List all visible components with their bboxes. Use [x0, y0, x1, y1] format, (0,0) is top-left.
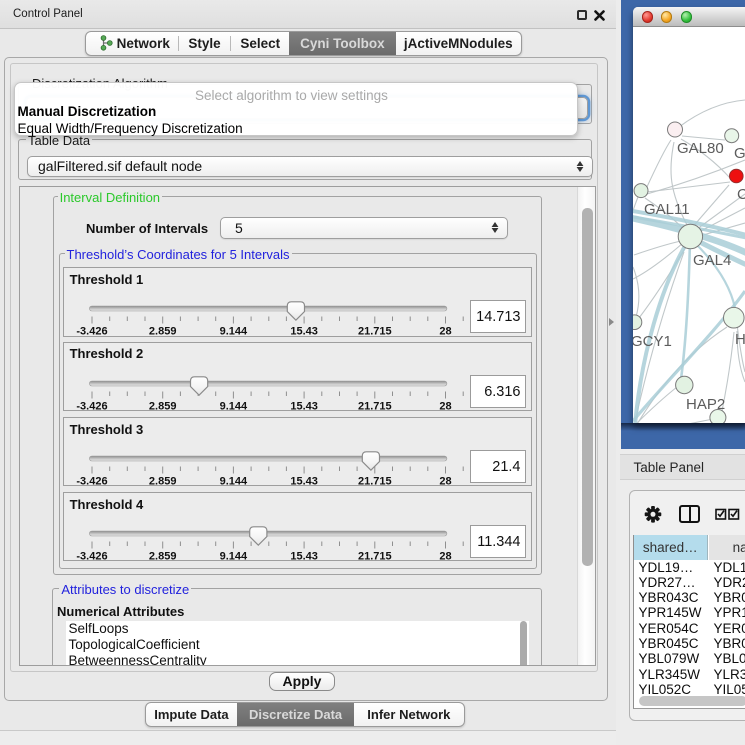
svg-text:21.715: 21.715	[358, 400, 392, 412]
svg-text:28: 28	[439, 551, 451, 563]
svg-text:GAL11: GAL11	[644, 201, 690, 218]
svg-text:-3.426: -3.426	[76, 400, 107, 412]
svg-text:2.859: 2.859	[149, 326, 177, 338]
svg-text:15.43: 15.43	[290, 551, 318, 563]
svg-text:15.43: 15.43	[290, 400, 318, 412]
svg-text:2.859: 2.859	[149, 476, 177, 488]
svg-text:2.859: 2.859	[149, 400, 177, 412]
svg-text:9.144: 9.144	[219, 326, 247, 338]
svg-text:-3.426: -3.426	[76, 326, 107, 338]
svg-text:GAL80: GAL80	[677, 140, 724, 157]
svg-text:28: 28	[439, 326, 451, 338]
svg-text:21.715: 21.715	[358, 551, 392, 563]
svg-text:2.859: 2.859	[149, 551, 177, 563]
svg-text:9.144: 9.144	[219, 476, 247, 488]
svg-text:28: 28	[439, 476, 451, 488]
svg-text:C: C	[737, 186, 745, 203]
svg-text:9.144: 9.144	[219, 551, 247, 563]
svg-text:GA: GA	[734, 145, 745, 162]
svg-text:21.715: 21.715	[358, 476, 392, 488]
svg-text:21.715: 21.715	[358, 326, 392, 338]
svg-text:GCY1: GCY1	[633, 333, 672, 350]
svg-text:GAL4: GAL4	[693, 252, 731, 269]
svg-text:9.144: 9.144	[219, 400, 247, 412]
svg-text:15.43: 15.43	[290, 326, 318, 338]
svg-text:15.43: 15.43	[290, 476, 318, 488]
svg-text:28: 28	[439, 400, 451, 412]
svg-text:HAP2: HAP2	[686, 396, 725, 413]
svg-text:-3.426: -3.426	[76, 551, 107, 563]
svg-text:H: H	[735, 331, 745, 348]
svg-text:-3.426: -3.426	[76, 476, 107, 488]
